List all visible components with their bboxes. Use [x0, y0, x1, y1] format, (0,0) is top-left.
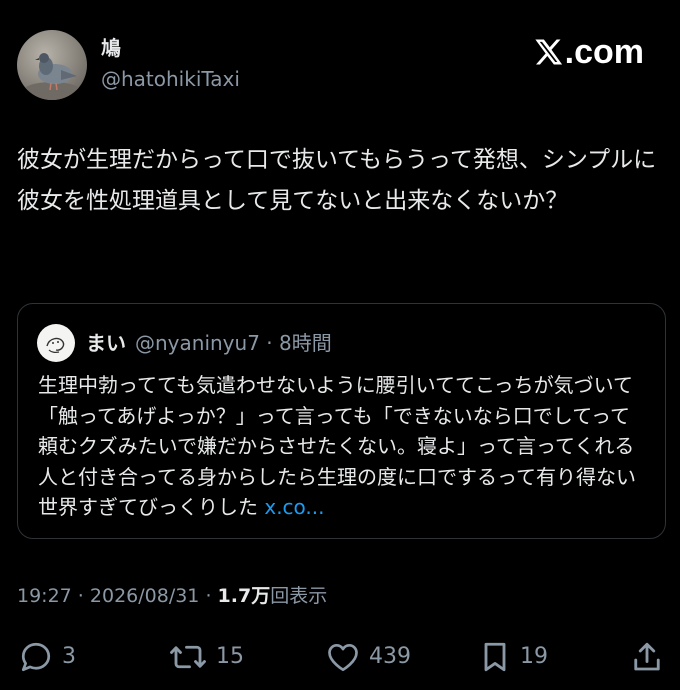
author-display-name[interactable]: 鳩	[101, 36, 121, 60]
quote-timestamp[interactable]: 8時間	[279, 331, 332, 355]
like-button[interactable]: 439	[325, 632, 411, 682]
bookmark-button[interactable]: 19	[478, 632, 548, 682]
tweet-text: 彼女が生理だからって口で抜いてもらうって発想、シンプルに彼女を性処理道具として見…	[17, 147, 657, 214]
retweet-icon	[170, 645, 206, 669]
heart-icon	[328, 643, 358, 672]
views-count[interactable]: 1.7万	[218, 585, 271, 607]
x-com-logo: .com	[533, 30, 644, 74]
bookmark-icon	[484, 642, 506, 672]
quote-author-handle[interactable]: @nyaninyu7	[135, 331, 260, 355]
reply-button[interactable]: 3	[18, 632, 76, 682]
bookmark-count: 19	[520, 644, 548, 669]
tweet-header: 鳩 @hatohikiTaxi .com	[0, 0, 680, 110]
author-handle[interactable]: @hatohikiTaxi	[101, 66, 240, 92]
x-com-logo-text: .com	[564, 33, 644, 71]
share-button[interactable]	[630, 632, 664, 682]
quoted-tweet[interactable]: まい @nyaninyu7 · 8時間 生理中勃ってても気遣わせないように腰引い…	[17, 303, 666, 539]
reply-count: 3	[62, 644, 76, 669]
quote-author-meta: @nyaninyu7 · 8時間	[135, 330, 332, 356]
x-logo-icon	[535, 39, 562, 65]
quote-meta-separator: ·	[266, 331, 273, 355]
tweet-time[interactable]: 19:27	[17, 585, 72, 607]
quote-author-name[interactable]: まい	[86, 330, 126, 356]
reply-icon	[21, 642, 51, 672]
pigeon-photo-icon	[22, 53, 82, 100]
quote-text: 生理中勃ってても気遣わせないように腰引いててこっちが気づいて「触ってあげよっか？…	[38, 370, 648, 523]
tweet-metadata: 19:27 · 2026/08/31 · 1.7万回表示	[17, 583, 327, 609]
tweet-actions: 3 15 439 19	[0, 632, 680, 682]
like-count: 439	[369, 644, 411, 669]
retweet-button[interactable]: 15	[168, 632, 244, 682]
views-label[interactable]: 回表示	[270, 585, 327, 607]
retweet-count: 15	[216, 644, 244, 669]
meta-separator: ·	[199, 585, 218, 607]
quote-author-avatar[interactable]	[37, 324, 75, 362]
quote-body: 生理中勃ってても気遣わせないように腰引いててこっちが気づいて「触ってあげよっか？…	[38, 373, 636, 519]
author-avatar[interactable]	[17, 30, 87, 100]
meta-separator: ·	[71, 585, 90, 607]
sketch-avatar-icon	[46, 337, 65, 353]
share-icon	[634, 642, 660, 671]
quote-show-more-link[interactable]: x.co...	[264, 495, 324, 519]
tweet-date[interactable]: 2026/08/31	[90, 585, 200, 607]
